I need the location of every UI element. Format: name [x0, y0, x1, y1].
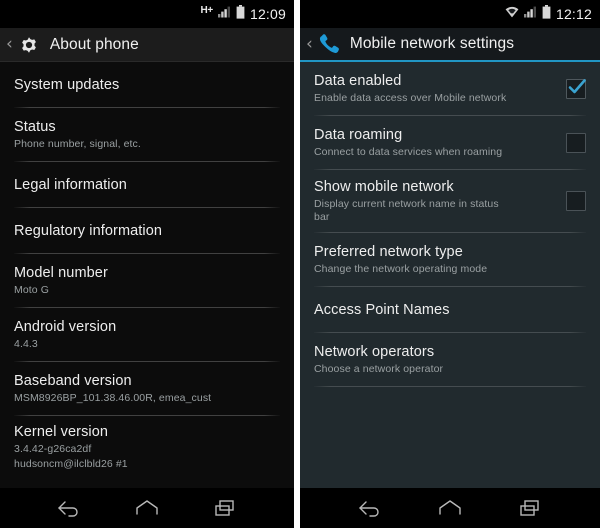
list-item-title: Legal information [14, 176, 127, 193]
nav-back-icon[interactable] [348, 493, 392, 523]
list-item-preferred-network-type[interactable]: Preferred network type Change the networ… [300, 233, 600, 286]
list-item-title: Regulatory information [14, 222, 163, 239]
list-item-subtitle: Display current network name in status b… [314, 198, 499, 223]
list-item-kernel-version[interactable]: Kernel version 3.4.42-g26ca2df hudsoncm@… [0, 416, 294, 478]
left-phone-screen: H+ 12:09 ‹ About phone System updates St… [0, 0, 294, 528]
list-item-title: Access Point Names [314, 301, 450, 318]
list-item-title: Baseband version [14, 373, 132, 389]
list-item-title: Preferred network type [314, 244, 463, 260]
list-item-title: Data roaming [314, 127, 403, 143]
list-item-title: Data enabled [314, 73, 402, 89]
list-item-subtitle: MSM8926BP_101.38.46.00R, emea_cust [14, 392, 212, 404]
status-clock: 12:09 [249, 6, 286, 22]
signal-bars-icon [217, 5, 231, 23]
list-item-title: Kernel version [14, 424, 109, 440]
nav-recents-icon[interactable] [203, 493, 247, 523]
list-item-system-updates[interactable]: System updates [0, 62, 294, 107]
list-item-model-number[interactable]: Model number Moto G [0, 254, 294, 307]
list-item-title: Status [14, 119, 56, 135]
list-item-baseband-version[interactable]: Baseband version MSM8926BP_101.38.46.00R… [0, 362, 294, 415]
back-caret-icon[interactable]: ‹ [306, 35, 313, 53]
list-item-regulatory-information[interactable]: Regulatory information [0, 208, 294, 253]
mobile-network-settings-list[interactable]: Data enabled Enable data access over Mob… [300, 62, 600, 488]
about-phone-list[interactable]: System updates Status Phone number, sign… [0, 62, 294, 488]
right-action-bar: ‹ Mobile network settings [300, 28, 600, 62]
list-item-subtitle: Moto G [14, 284, 50, 296]
wifi-icon [505, 5, 519, 23]
left-status-bar: H+ 12:09 [0, 0, 294, 28]
right-status-bar: 12:12 [300, 0, 600, 28]
list-item-title: Model number [14, 265, 108, 281]
nav-home-icon[interactable] [125, 493, 169, 523]
right-nav-bar[interactable] [300, 488, 600, 528]
phone-handset-icon[interactable] [318, 33, 340, 55]
back-caret-icon[interactable]: ‹ [6, 36, 13, 53]
list-item-subtitle-2: hudsoncm@ilclbld26 #1 [14, 458, 128, 470]
right-page-title: Mobile network settings [349, 35, 515, 52]
list-item-title: Network operators [314, 344, 435, 360]
list-item-legal-information[interactable]: Legal information [0, 162, 294, 207]
list-item-subtitle: Connect to data services when roaming [314, 146, 503, 158]
dual-phone-screenshot: H+ 12:09 ‹ About phone System updates St… [0, 0, 600, 528]
checkbox-data-roaming[interactable] [566, 132, 586, 153]
battery-icon [542, 4, 551, 24]
right-phone-screen: 12:12 ‹ Mobile network settings Data ena… [300, 0, 600, 528]
list-item-subtitle: Enable data access over Mobile network [314, 92, 507, 104]
list-item-android-version[interactable]: Android version 4.4.3 [0, 308, 294, 361]
list-item-data-enabled[interactable]: Data enabled Enable data access over Mob… [300, 62, 600, 115]
nav-back-icon[interactable] [47, 493, 91, 523]
divider [314, 386, 586, 387]
signal-bars-icon [523, 5, 537, 23]
nav-home-icon[interactable] [428, 493, 472, 523]
list-item-access-point-names[interactable]: Access Point Names [300, 287, 600, 332]
list-item-subtitle: Choose a network operator [314, 363, 444, 375]
list-item-subtitle: 4.4.3 [14, 338, 38, 350]
list-item-status[interactable]: Status Phone number, signal, etc. [0, 108, 294, 161]
list-item-subtitle: 3.4.42-g26ca2df [14, 443, 92, 455]
checkbox-show-mobile-network[interactable] [566, 191, 586, 211]
status-clock: 12:12 [555, 6, 592, 22]
left-action-bar: ‹ About phone [0, 28, 294, 62]
list-item-data-roaming[interactable]: Data roaming Connect to data services wh… [300, 116, 600, 169]
gear-icon[interactable] [18, 34, 40, 56]
left-page-title: About phone [49, 35, 139, 53]
network-type-label: H+ [200, 5, 213, 16]
list-item-title: Show mobile network [314, 179, 454, 195]
nav-recents-icon[interactable] [508, 493, 552, 523]
list-item-network-operators[interactable]: Network operators Choose a network opera… [300, 333, 600, 386]
list-item-title: System updates [14, 76, 120, 93]
checkbox-data-enabled[interactable] [566, 78, 586, 99]
battery-icon [236, 4, 245, 24]
list-item-subtitle: Phone number, signal, etc. [14, 138, 141, 150]
list-item-subtitle: Change the network operating mode [314, 263, 488, 275]
left-nav-bar[interactable] [0, 488, 294, 528]
list-item-show-mobile-network[interactable]: Show mobile network Display current netw… [300, 170, 600, 232]
list-item-title: Android version [14, 319, 117, 335]
